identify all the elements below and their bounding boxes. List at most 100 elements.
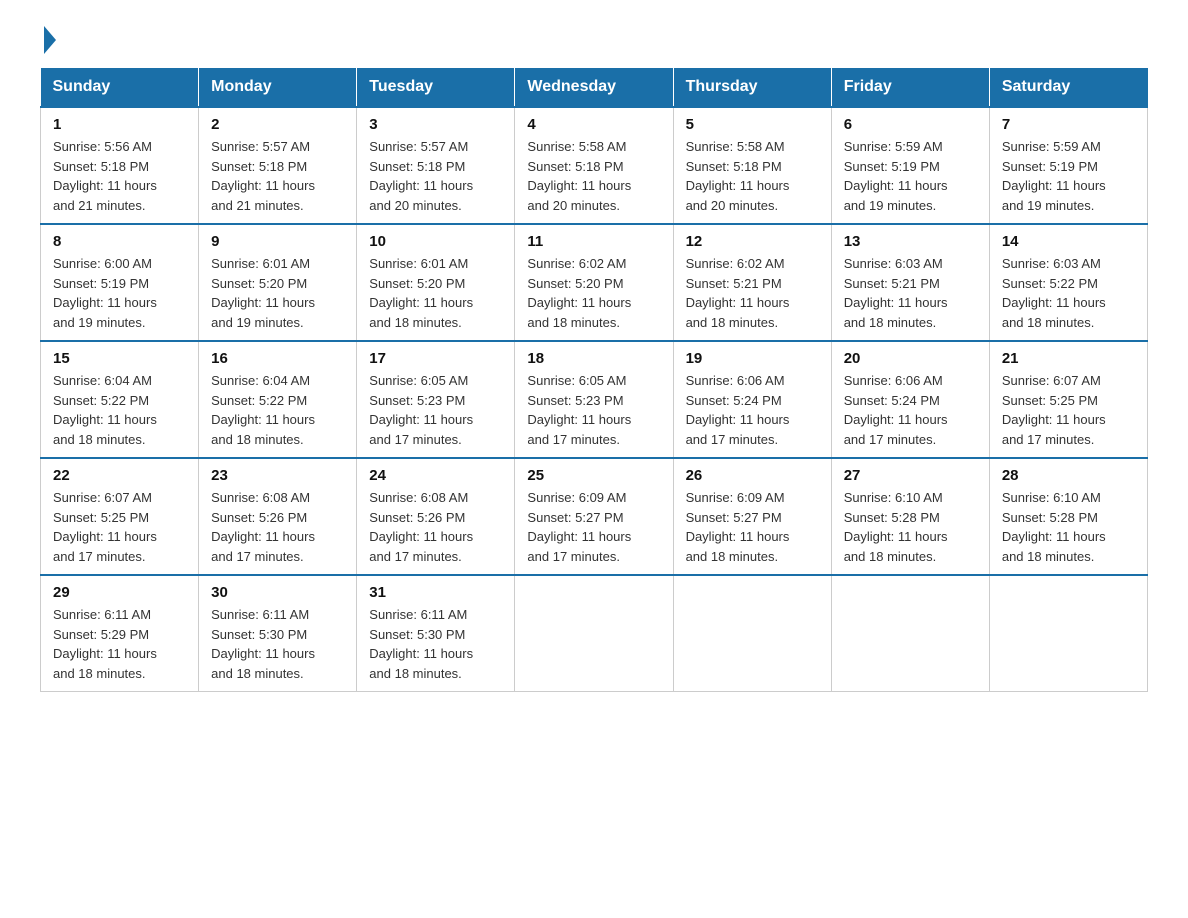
day-number: 5 bbox=[686, 116, 819, 133]
calendar-cell: 21 Sunrise: 6:07 AMSunset: 5:25 PMDaylig… bbox=[989, 341, 1147, 458]
day-info: Sunrise: 6:02 AMSunset: 5:20 PMDaylight:… bbox=[527, 256, 631, 330]
day-number: 2 bbox=[211, 116, 344, 133]
calendar-header-sunday: Sunday bbox=[41, 68, 199, 107]
calendar-week-2: 8 Sunrise: 6:00 AMSunset: 5:19 PMDayligh… bbox=[41, 224, 1148, 341]
calendar-cell bbox=[831, 575, 989, 692]
calendar-cell: 30 Sunrise: 6:11 AMSunset: 5:30 PMDaylig… bbox=[199, 575, 357, 692]
day-info: Sunrise: 6:01 AMSunset: 5:20 PMDaylight:… bbox=[369, 256, 473, 330]
calendar-cell: 20 Sunrise: 6:06 AMSunset: 5:24 PMDaylig… bbox=[831, 341, 989, 458]
calendar-cell: 7 Sunrise: 5:59 AMSunset: 5:19 PMDayligh… bbox=[989, 107, 1147, 224]
day-info: Sunrise: 6:08 AMSunset: 5:26 PMDaylight:… bbox=[211, 490, 315, 564]
day-info: Sunrise: 6:03 AMSunset: 5:21 PMDaylight:… bbox=[844, 256, 948, 330]
calendar-cell: 1 Sunrise: 5:56 AMSunset: 5:18 PMDayligh… bbox=[41, 107, 199, 224]
calendar-cell: 12 Sunrise: 6:02 AMSunset: 5:21 PMDaylig… bbox=[673, 224, 831, 341]
calendar-cell bbox=[515, 575, 673, 692]
calendar-cell: 4 Sunrise: 5:58 AMSunset: 5:18 PMDayligh… bbox=[515, 107, 673, 224]
calendar-cell bbox=[673, 575, 831, 692]
calendar-cell: 13 Sunrise: 6:03 AMSunset: 5:21 PMDaylig… bbox=[831, 224, 989, 341]
day-number: 9 bbox=[211, 233, 344, 250]
day-info: Sunrise: 5:59 AMSunset: 5:19 PMDaylight:… bbox=[844, 139, 948, 213]
page-header bbox=[40, 30, 1148, 48]
day-number: 25 bbox=[527, 467, 660, 484]
calendar-header-wednesday: Wednesday bbox=[515, 68, 673, 107]
day-number: 3 bbox=[369, 116, 502, 133]
day-info: Sunrise: 5:58 AMSunset: 5:18 PMDaylight:… bbox=[527, 139, 631, 213]
calendar-cell: 3 Sunrise: 5:57 AMSunset: 5:18 PMDayligh… bbox=[357, 107, 515, 224]
calendar-week-5: 29 Sunrise: 6:11 AMSunset: 5:29 PMDaylig… bbox=[41, 575, 1148, 692]
day-info: Sunrise: 6:06 AMSunset: 5:24 PMDaylight:… bbox=[844, 373, 948, 447]
calendar-cell: 2 Sunrise: 5:57 AMSunset: 5:18 PMDayligh… bbox=[199, 107, 357, 224]
logo-arrow-icon bbox=[44, 26, 56, 54]
day-info: Sunrise: 5:56 AMSunset: 5:18 PMDaylight:… bbox=[53, 139, 157, 213]
day-info: Sunrise: 5:59 AMSunset: 5:19 PMDaylight:… bbox=[1002, 139, 1106, 213]
day-info: Sunrise: 6:00 AMSunset: 5:19 PMDaylight:… bbox=[53, 256, 157, 330]
day-info: Sunrise: 6:10 AMSunset: 5:28 PMDaylight:… bbox=[1002, 490, 1106, 564]
calendar-cell: 9 Sunrise: 6:01 AMSunset: 5:20 PMDayligh… bbox=[199, 224, 357, 341]
day-info: Sunrise: 6:11 AMSunset: 5:30 PMDaylight:… bbox=[211, 607, 315, 681]
calendar-cell: 27 Sunrise: 6:10 AMSunset: 5:28 PMDaylig… bbox=[831, 458, 989, 575]
day-number: 24 bbox=[369, 467, 502, 484]
day-number: 4 bbox=[527, 116, 660, 133]
calendar-cell: 22 Sunrise: 6:07 AMSunset: 5:25 PMDaylig… bbox=[41, 458, 199, 575]
calendar-table: SundayMondayTuesdayWednesdayThursdayFrid… bbox=[40, 68, 1148, 692]
calendar-cell: 15 Sunrise: 6:04 AMSunset: 5:22 PMDaylig… bbox=[41, 341, 199, 458]
calendar-cell: 10 Sunrise: 6:01 AMSunset: 5:20 PMDaylig… bbox=[357, 224, 515, 341]
calendar-cell: 18 Sunrise: 6:05 AMSunset: 5:23 PMDaylig… bbox=[515, 341, 673, 458]
calendar-cell: 17 Sunrise: 6:05 AMSunset: 5:23 PMDaylig… bbox=[357, 341, 515, 458]
calendar-cell: 16 Sunrise: 6:04 AMSunset: 5:22 PMDaylig… bbox=[199, 341, 357, 458]
day-number: 19 bbox=[686, 350, 819, 367]
day-number: 7 bbox=[1002, 116, 1135, 133]
calendar-cell: 14 Sunrise: 6:03 AMSunset: 5:22 PMDaylig… bbox=[989, 224, 1147, 341]
calendar-header-saturday: Saturday bbox=[989, 68, 1147, 107]
day-number: 11 bbox=[527, 233, 660, 250]
calendar-week-1: 1 Sunrise: 5:56 AMSunset: 5:18 PMDayligh… bbox=[41, 107, 1148, 224]
day-info: Sunrise: 6:03 AMSunset: 5:22 PMDaylight:… bbox=[1002, 256, 1106, 330]
calendar-cell: 8 Sunrise: 6:00 AMSunset: 5:19 PMDayligh… bbox=[41, 224, 199, 341]
day-number: 13 bbox=[844, 233, 977, 250]
day-info: Sunrise: 6:06 AMSunset: 5:24 PMDaylight:… bbox=[686, 373, 790, 447]
day-number: 22 bbox=[53, 467, 186, 484]
day-number: 1 bbox=[53, 116, 186, 133]
day-info: Sunrise: 6:02 AMSunset: 5:21 PMDaylight:… bbox=[686, 256, 790, 330]
day-number: 27 bbox=[844, 467, 977, 484]
calendar-cell: 29 Sunrise: 6:11 AMSunset: 5:29 PMDaylig… bbox=[41, 575, 199, 692]
day-info: Sunrise: 6:04 AMSunset: 5:22 PMDaylight:… bbox=[53, 373, 157, 447]
calendar-header-monday: Monday bbox=[199, 68, 357, 107]
calendar-week-3: 15 Sunrise: 6:04 AMSunset: 5:22 PMDaylig… bbox=[41, 341, 1148, 458]
day-number: 28 bbox=[1002, 467, 1135, 484]
day-info: Sunrise: 6:07 AMSunset: 5:25 PMDaylight:… bbox=[1002, 373, 1106, 447]
calendar-cell: 25 Sunrise: 6:09 AMSunset: 5:27 PMDaylig… bbox=[515, 458, 673, 575]
day-info: Sunrise: 6:10 AMSunset: 5:28 PMDaylight:… bbox=[844, 490, 948, 564]
day-number: 12 bbox=[686, 233, 819, 250]
day-number: 16 bbox=[211, 350, 344, 367]
day-info: Sunrise: 6:09 AMSunset: 5:27 PMDaylight:… bbox=[686, 490, 790, 564]
day-number: 31 bbox=[369, 584, 502, 601]
calendar-cell: 6 Sunrise: 5:59 AMSunset: 5:19 PMDayligh… bbox=[831, 107, 989, 224]
calendar-cell: 28 Sunrise: 6:10 AMSunset: 5:28 PMDaylig… bbox=[989, 458, 1147, 575]
day-info: Sunrise: 5:57 AMSunset: 5:18 PMDaylight:… bbox=[369, 139, 473, 213]
day-number: 21 bbox=[1002, 350, 1135, 367]
day-number: 14 bbox=[1002, 233, 1135, 250]
day-info: Sunrise: 6:05 AMSunset: 5:23 PMDaylight:… bbox=[369, 373, 473, 447]
day-info: Sunrise: 5:58 AMSunset: 5:18 PMDaylight:… bbox=[686, 139, 790, 213]
day-number: 30 bbox=[211, 584, 344, 601]
day-info: Sunrise: 6:09 AMSunset: 5:27 PMDaylight:… bbox=[527, 490, 631, 564]
calendar-cell: 31 Sunrise: 6:11 AMSunset: 5:30 PMDaylig… bbox=[357, 575, 515, 692]
day-number: 17 bbox=[369, 350, 502, 367]
calendar-cell: 24 Sunrise: 6:08 AMSunset: 5:26 PMDaylig… bbox=[357, 458, 515, 575]
calendar-cell: 26 Sunrise: 6:09 AMSunset: 5:27 PMDaylig… bbox=[673, 458, 831, 575]
day-info: Sunrise: 6:07 AMSunset: 5:25 PMDaylight:… bbox=[53, 490, 157, 564]
day-info: Sunrise: 6:05 AMSunset: 5:23 PMDaylight:… bbox=[527, 373, 631, 447]
calendar-cell: 23 Sunrise: 6:08 AMSunset: 5:26 PMDaylig… bbox=[199, 458, 357, 575]
day-number: 10 bbox=[369, 233, 502, 250]
day-info: Sunrise: 6:01 AMSunset: 5:20 PMDaylight:… bbox=[211, 256, 315, 330]
calendar-cell: 19 Sunrise: 6:06 AMSunset: 5:24 PMDaylig… bbox=[673, 341, 831, 458]
day-info: Sunrise: 6:04 AMSunset: 5:22 PMDaylight:… bbox=[211, 373, 315, 447]
logo bbox=[40, 30, 56, 48]
day-info: Sunrise: 6:11 AMSunset: 5:30 PMDaylight:… bbox=[369, 607, 473, 681]
day-number: 23 bbox=[211, 467, 344, 484]
calendar-header-row: SundayMondayTuesdayWednesdayThursdayFrid… bbox=[41, 68, 1148, 107]
calendar-week-4: 22 Sunrise: 6:07 AMSunset: 5:25 PMDaylig… bbox=[41, 458, 1148, 575]
calendar-cell: 5 Sunrise: 5:58 AMSunset: 5:18 PMDayligh… bbox=[673, 107, 831, 224]
day-info: Sunrise: 6:11 AMSunset: 5:29 PMDaylight:… bbox=[53, 607, 157, 681]
